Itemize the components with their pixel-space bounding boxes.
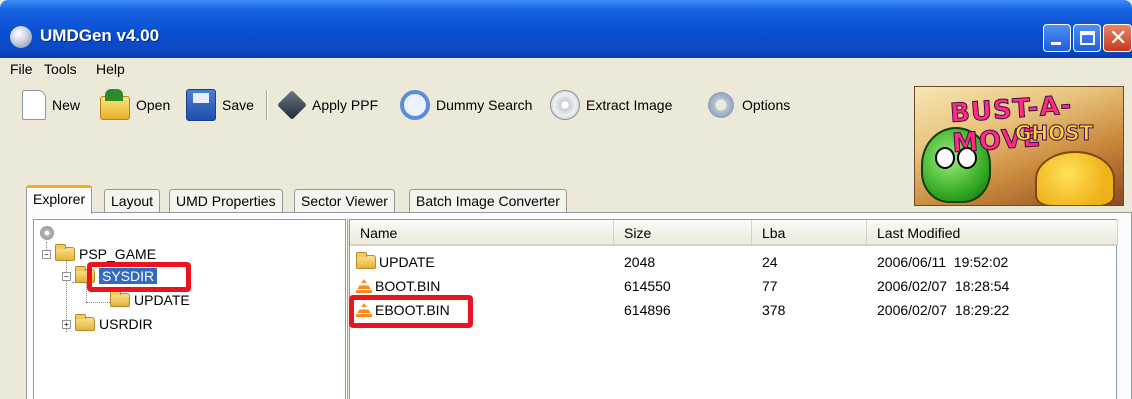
app-disc-icon <box>10 26 32 48</box>
menu-help[interactable]: Help <box>96 61 125 77</box>
folder-icon <box>75 314 95 331</box>
floppy-save-icon <box>186 89 216 121</box>
folder-icon <box>110 290 130 307</box>
tab-umd-properties[interactable]: UMD Properties <box>169 189 283 213</box>
row-name-cell: BOOT.BIN <box>356 278 440 294</box>
title-bar[interactable]: UMDGen v4.00 ✕ <box>0 0 1132 58</box>
open-button-label: Open <box>136 97 171 113</box>
folder-icon <box>356 252 376 269</box>
maximize-button[interactable] <box>1073 24 1101 52</box>
apply-ppf-button[interactable]: Apply PPF <box>277 88 379 122</box>
banner-logo-subtitle: GHOST <box>1014 121 1094 146</box>
ghost-character-icon <box>1035 151 1115 205</box>
row-name-cell: UPDATE <box>356 252 435 270</box>
folder-tree[interactable]: − PSP_GAME − SYSDIR UPDATE + USRDIR <box>33 219 346 399</box>
options-label: Options <box>742 97 791 113</box>
disc-icon <box>550 90 580 120</box>
new-button[interactable]: New <box>22 88 80 122</box>
row-lba-cell: 378 <box>762 302 786 318</box>
tab-batch-image-converter[interactable]: Batch Image Converter <box>409 189 567 213</box>
collapse-icon[interactable]: − <box>42 249 51 259</box>
game-banner-image: BUST-A-MOVE GHOST <box>914 86 1124 206</box>
extract-image-label: Extract Image <box>586 97 673 113</box>
row-size-cell: 614896 <box>624 302 671 318</box>
umd-root-disc-icon <box>40 226 54 240</box>
column-header-lba[interactable]: Lba <box>752 220 867 246</box>
new-button-label: New <box>52 97 81 113</box>
tree-node-label: PSP_GAME <box>79 246 157 262</box>
minimize-button[interactable] <box>1043 24 1071 52</box>
save-button[interactable]: Save <box>186 88 254 122</box>
folder-icon <box>55 244 75 261</box>
save-button-label: Save <box>222 97 254 113</box>
explorer-panel: − PSP_GAME − SYSDIR UPDATE + USRDIR Name… <box>26 212 1132 399</box>
open-button[interactable]: Open <box>100 88 170 122</box>
collapse-icon[interactable]: − <box>62 271 71 281</box>
expand-icon[interactable]: + <box>62 319 71 329</box>
annotation-highlight-sysdir <box>87 262 191 292</box>
open-folder-icon <box>100 89 130 120</box>
tree-node-update[interactable]: UPDATE <box>110 290 190 308</box>
menu-tools[interactable]: Tools <box>44 61 77 77</box>
options-button[interactable]: Options <box>706 88 790 122</box>
tab-layout[interactable]: Layout <box>104 189 161 213</box>
row-size-cell: 614550 <box>624 278 671 294</box>
tree-node-label: UPDATE <box>134 292 190 308</box>
column-header-size[interactable]: Size <box>614 220 752 246</box>
dummy-search-label: Dummy Search <box>436 97 533 113</box>
gear-icon <box>706 90 736 120</box>
row-modified-cell: 2006/06/11 19:52:02 <box>877 254 1009 270</box>
column-header-name[interactable]: Name <box>350 220 614 246</box>
close-icon: ✕ <box>1109 25 1128 50</box>
apply-ppf-label: Apply PPF <box>312 97 379 113</box>
dummy-search-button[interactable]: Dummy Search <box>400 88 532 122</box>
row-size-cell: 2048 <box>624 254 656 270</box>
row-lba-cell: 77 <box>762 278 778 294</box>
column-header-last-modified[interactable]: Last Modified <box>867 220 1118 246</box>
tab-sector-viewer[interactable]: Sector Viewer <box>294 189 395 213</box>
window-title: UMDGen v4.00 <box>40 26 160 45</box>
cube-icon <box>277 90 307 120</box>
menu-bar: File Tools Help <box>0 58 1132 82</box>
extract-image-button[interactable]: Extract Image <box>550 88 672 122</box>
magnifier-icon <box>400 90 430 120</box>
maximize-icon <box>1080 31 1095 45</box>
tree-node-psp-game[interactable]: − PSP_GAME <box>42 244 157 262</box>
row-modified-cell: 2006/02/07 18:29:22 <box>877 302 1010 318</box>
vlc-cone-file-icon <box>356 279 372 293</box>
new-file-icon <box>22 90 46 120</box>
file-name: BOOT.BIN <box>375 278 441 294</box>
tab-explorer[interactable]: Explorer <box>26 185 93 214</box>
menu-file[interactable]: File <box>10 61 33 77</box>
tree-node-usrdir[interactable]: + USRDIR <box>62 314 153 332</box>
toolbar-separator <box>266 90 268 120</box>
file-list[interactable]: Name Size Lba Last Modified UPDATE 2048 … <box>349 219 1118 399</box>
row-modified-cell: 2006/02/07 18:28:54 <box>877 278 1010 294</box>
close-button[interactable]: ✕ <box>1103 24 1132 52</box>
tree-node-label: USRDIR <box>99 316 153 332</box>
minimize-icon <box>1051 42 1061 45</box>
row-lba-cell: 24 <box>762 254 778 270</box>
file-name: UPDATE <box>379 254 435 270</box>
annotation-highlight-eboot <box>349 295 473 328</box>
